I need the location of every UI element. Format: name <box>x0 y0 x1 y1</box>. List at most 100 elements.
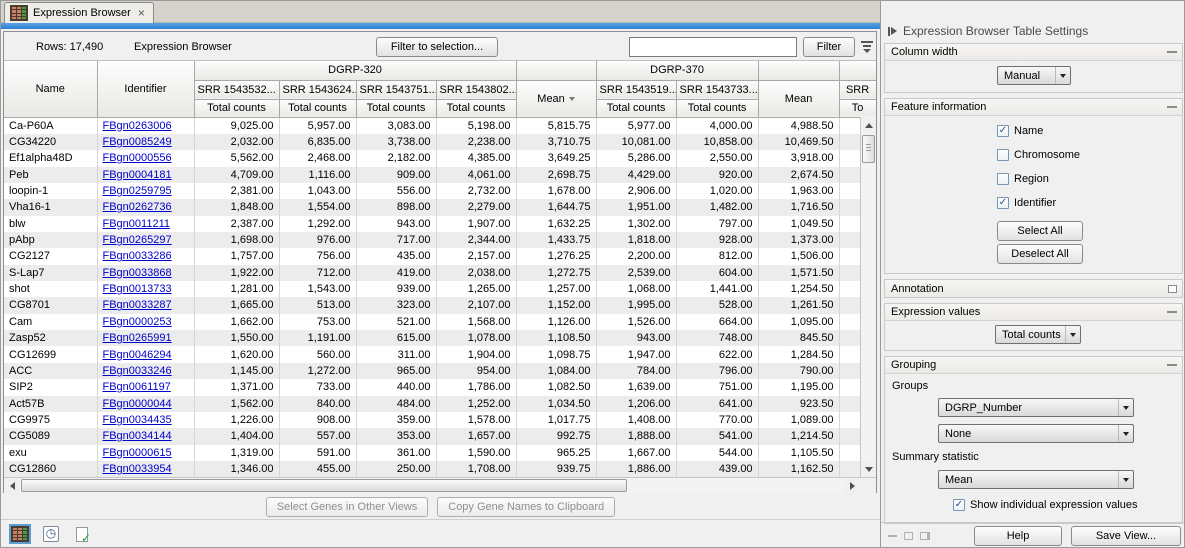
identifier-link[interactable]: FBgn0265991 <box>103 332 172 344</box>
filter-input[interactable] <box>629 36 797 57</box>
table-row[interactable]: Cam FBgn0000253 1,662.00 753.00 521.00 1,568.… <box>4 313 876 331</box>
group-2-select[interactable]: None <box>938 424 1134 443</box>
table-view-icon[interactable] <box>9 524 31 544</box>
section-header-feature-information[interactable]: Feature information <box>885 99 1182 116</box>
identifier-link[interactable]: FBgn0085249 <box>103 136 172 148</box>
table-row[interactable]: shot FBgn0013733 1,281.00 1,543.00 939.00 1,2… <box>4 281 876 298</box>
identifier-link[interactable]: FBgn0263006 <box>103 120 172 132</box>
identifier-link[interactable]: FBgn0033246 <box>103 365 172 377</box>
identifier-link[interactable]: FBgn0000615 <box>103 447 172 459</box>
identifier-link[interactable]: FBgn0033286 <box>103 250 172 262</box>
column-header-sample[interactable]: SRR 1543733... <box>676 80 759 100</box>
scroll-up-icon[interactable] <box>861 117 876 133</box>
table-row[interactable]: ACC FBgn0033246 1,145.00 1,272.00 965.00 954.… <box>4 362 876 380</box>
table-row[interactable]: CG12860 FBgn0033954 1,346.00 455.00 250.00 1,… <box>4 460 876 478</box>
collapse-section-icon[interactable] <box>1167 106 1177 108</box>
tab-expression-browser[interactable]: Expression Browser × <box>4 2 154 23</box>
history-view-icon[interactable]: ◷ <box>40 524 62 544</box>
horizontal-scrollbar[interactable] <box>4 477 860 493</box>
identifier-link[interactable]: FBgn0011211 <box>103 218 170 230</box>
table-row[interactable]: S-Lap7 FBgn0033868 1,922.00 712.00 419.00 2,0… <box>4 264 876 282</box>
column-header-identifier[interactable]: Identifier <box>97 61 195 118</box>
collapse-section-icon[interactable] <box>1167 51 1177 53</box>
identifier-link[interactable]: FBgn0034435 <box>103 414 172 426</box>
table-row[interactable]: CG8701 FBgn0033287 1,665.00 513.00 323.00 2,1… <box>4 297 876 314</box>
column-header-mean[interactable]: Mean <box>758 80 840 118</box>
scroll-left-icon[interactable] <box>4 478 20 493</box>
summary-statistic-select[interactable]: Mean <box>938 470 1134 489</box>
expression-values-select[interactable]: Total counts <box>995 325 1081 344</box>
table-row[interactable]: Peb FBgn0004181 4,709.00 1,116.00 909.00 4,06… <box>4 166 876 183</box>
scroll-right-icon[interactable] <box>844 478 860 493</box>
table-row[interactable]: Act57B FBgn0000044 1,562.00 840.00 484.00 1,2… <box>4 395 876 412</box>
table-row[interactable]: SIP2 FBgn0061197 1,371.00 733.00 440.00 1,786… <box>4 379 876 396</box>
table-row[interactable]: loopin-1 FBgn0259795 2,381.00 1,043.00 556.0… <box>4 182 876 200</box>
select-all-button[interactable]: Select All <box>997 221 1083 241</box>
expand-section-icon[interactable] <box>1168 284 1177 293</box>
section-header-grouping[interactable]: Grouping <box>885 357 1182 374</box>
column-header-mean-sorted[interactable]: Mean <box>516 80 597 118</box>
save-view-button[interactable]: Save View... <box>1071 526 1181 546</box>
identifier-link[interactable]: FBgn0262736 <box>103 201 172 213</box>
column-header-sample[interactable]: SRR 1543802... <box>436 80 517 100</box>
identifier-link[interactable]: FBgn0013733 <box>103 283 172 295</box>
table-row[interactable]: CG9975 FBgn0034435 1,226.00 908.00 359.00 1,5… <box>4 411 876 429</box>
column-header-sample[interactable]: SRR 1543519... <box>596 80 677 100</box>
identifier-link[interactable]: FBgn0034144 <box>103 430 172 442</box>
table-row[interactable]: CG2127 FBgn0033286 1,757.00 756.00 435.00 2,1… <box>4 248 876 265</box>
collapse-section-icon[interactable] <box>1167 311 1177 313</box>
table-row[interactable]: Zasp52 FBgn0265991 1,550.00 1,191.00 615.00 1… <box>4 330 876 347</box>
column-header-sample[interactable]: SRR 1543624... <box>279 80 357 100</box>
deselect-all-button[interactable]: Deselect All <box>997 244 1083 264</box>
identifier-link[interactable]: FBgn0000253 <box>103 316 172 328</box>
identifier-link[interactable]: FBgn0004181 <box>103 169 172 181</box>
identifier-link[interactable]: FBgn0259795 <box>103 185 172 197</box>
show-individual-values-checkbox[interactable]: ✓ Show individual expression values <box>953 498 1182 511</box>
checkbox-region[interactable]: Region <box>997 172 1182 185</box>
filter-to-selection-button[interactable]: Filter to selection... <box>376 36 498 57</box>
select-genes-other-views-button[interactable]: Select Genes in Other Views <box>265 497 429 517</box>
tab-close-icon[interactable]: × <box>138 7 145 19</box>
element-info-view-icon[interactable] <box>71 524 93 545</box>
table-row[interactable]: pAbp FBgn0265297 1,698.00 976.00 717.00 2,344… <box>4 231 876 249</box>
column-header-sample[interactable]: SRR 1543751... <box>356 80 437 100</box>
table-row[interactable]: CG12699 FBgn0046294 1,620.00 560.00 311.00 1,… <box>4 346 876 363</box>
column-header-sample[interactable]: SRR 1543532... <box>194 80 280 100</box>
table-row[interactable]: CG5089 FBgn0034144 1,404.00 557.00 353.00 1,6… <box>4 428 876 445</box>
table-row[interactable]: CG34220 FBgn0085249 2,032.00 6,835.00 3,738.… <box>4 133 876 151</box>
dock-palette-icon[interactable] <box>920 532 930 540</box>
float-palette-icon[interactable] <box>904 532 913 540</box>
group-1-select[interactable]: DGRP_Number <box>938 398 1134 417</box>
identifier-link[interactable]: FBgn0033954 <box>103 463 172 475</box>
identifier-link[interactable]: FBgn0061197 <box>103 381 171 393</box>
section-header-column-width[interactable]: Column width <box>885 44 1182 61</box>
identifier-link[interactable]: FBgn0000044 <box>103 398 172 410</box>
identifier-link[interactable]: FBgn0033868 <box>103 267 172 279</box>
help-button[interactable]: Help <box>974 526 1062 546</box>
scroll-down-icon[interactable] <box>861 461 876 477</box>
identifier-link[interactable]: FBgn0000556 <box>103 152 172 164</box>
table-row[interactable]: Vha16-1 FBgn0262736 1,848.00 1,554.00 898.00… <box>4 199 876 216</box>
minimize-palette-icon[interactable] <box>888 535 897 537</box>
table-row[interactable]: exu FBgn0000615 1,319.00 591.00 361.00 1,590.… <box>4 444 876 461</box>
table-row[interactable]: blw FBgn0011211 2,387.00 1,292.00 943.00 1,90… <box>4 215 876 232</box>
column-header-clipped[interactable]: SRR <box>839 80 876 100</box>
vertical-scrollbar[interactable] <box>860 117 876 477</box>
table-row[interactable]: Ca-P60A FBgn0263006 9,025.00 5,957.00 3,083.… <box>4 117 876 134</box>
identifier-link[interactable]: FBgn0033287 <box>103 299 172 311</box>
checkbox-name[interactable]: ✓ Name <box>997 124 1182 137</box>
vertical-scroll-thumb[interactable] <box>862 135 875 163</box>
checkbox-chromosome[interactable]: Chromosome <box>997 148 1182 161</box>
identifier-link[interactable]: FBgn0046294 <box>103 349 172 361</box>
filter-button[interactable]: Filter <box>803 36 855 57</box>
checkbox-identifier[interactable]: ✓ Identifier <box>997 196 1182 209</box>
collapse-section-icon[interactable] <box>1167 364 1177 366</box>
collapse-panel-icon[interactable] <box>888 26 897 36</box>
table-row[interactable]: Ef1alpha48D FBgn0000556 5,562.00 2,468.00 2,… <box>4 150 876 167</box>
advanced-filter-icon[interactable] <box>860 40 874 53</box>
copy-gene-names-button[interactable]: Copy Gene Names to Clipboard <box>437 497 616 517</box>
column-header-name[interactable]: Name <box>4 61 98 118</box>
horizontal-scroll-thumb[interactable] <box>21 479 627 492</box>
identifier-link[interactable]: FBgn0265297 <box>103 234 172 246</box>
section-header-expression-values[interactable]: Expression values <box>885 304 1182 321</box>
